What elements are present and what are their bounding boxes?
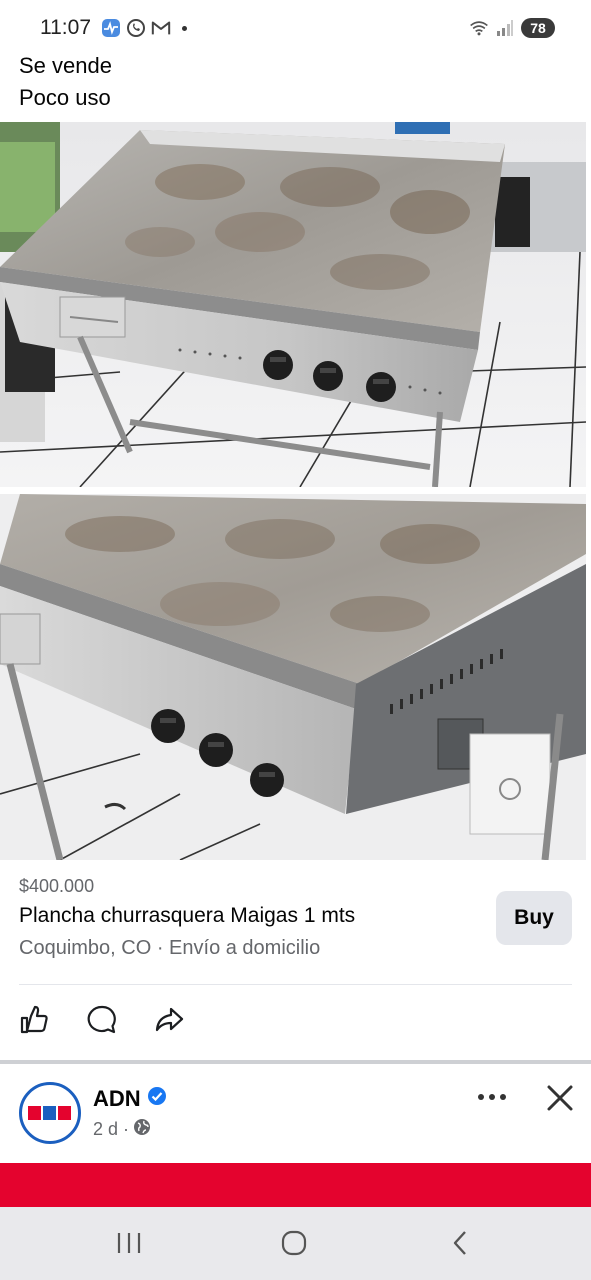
signal-icon: [495, 18, 515, 38]
globe-icon: [133, 1118, 151, 1141]
listing-title[interactable]: Plancha churrasquera Maigas 1 mts: [19, 904, 355, 928]
caption-line: Se vende: [19, 53, 112, 78]
more-options-button[interactable]: [474, 1090, 510, 1104]
close-icon[interactable]: [542, 1080, 578, 1116]
listing-location: Coquimbo, CO · Envío a domicilio: [19, 937, 321, 959]
status-bar: 11:07 78: [0, 0, 591, 56]
post-media-banner[interactable]: [0, 1163, 591, 1207]
marketplace-listing[interactable]: $400.000 Plancha churrasquera Maigas 1 m…: [0, 862, 591, 974]
battery-indicator: 78: [521, 18, 555, 38]
more-dot: [489, 1094, 495, 1100]
page-name[interactable]: ADN: [93, 1086, 167, 1112]
post-caption: Se vende Poco uso: [19, 50, 112, 114]
whatsapp-icon: [126, 18, 146, 38]
wifi-icon: [469, 18, 489, 38]
post-time: 2 d ·: [93, 1119, 130, 1139]
listing-photo-2[interactable]: [0, 494, 586, 860]
comment-icon[interactable]: [84, 1002, 120, 1038]
more-dot: [478, 1094, 484, 1100]
verified-badge-icon: [147, 1086, 167, 1112]
health-app-icon: [101, 18, 121, 38]
listing-price: $400.000: [19, 876, 95, 896]
share-icon[interactable]: [151, 1002, 187, 1038]
divider: [19, 984, 572, 985]
recents-icon[interactable]: [109, 1227, 149, 1259]
page-name-text[interactable]: ADN: [93, 1086, 141, 1112]
post-meta: 2 d ·: [93, 1118, 151, 1141]
more-dot: [500, 1094, 506, 1100]
like-icon[interactable]: [16, 1002, 52, 1038]
back-icon[interactable]: [440, 1227, 480, 1259]
caption-line: Poco uso: [19, 85, 111, 110]
avatar[interactable]: [19, 1082, 81, 1144]
home-icon[interactable]: [274, 1227, 314, 1259]
notification-dot: [182, 25, 187, 31]
buy-button[interactable]: Buy: [496, 891, 572, 945]
listing-photo-1[interactable]: [0, 122, 586, 487]
gmail-icon: [151, 18, 171, 38]
status-time: 11:07: [40, 16, 91, 39]
next-post-header: ADN 2 d ·: [0, 1064, 591, 1164]
post-actions: [0, 998, 591, 1044]
system-nav-bar: [0, 1207, 591, 1280]
